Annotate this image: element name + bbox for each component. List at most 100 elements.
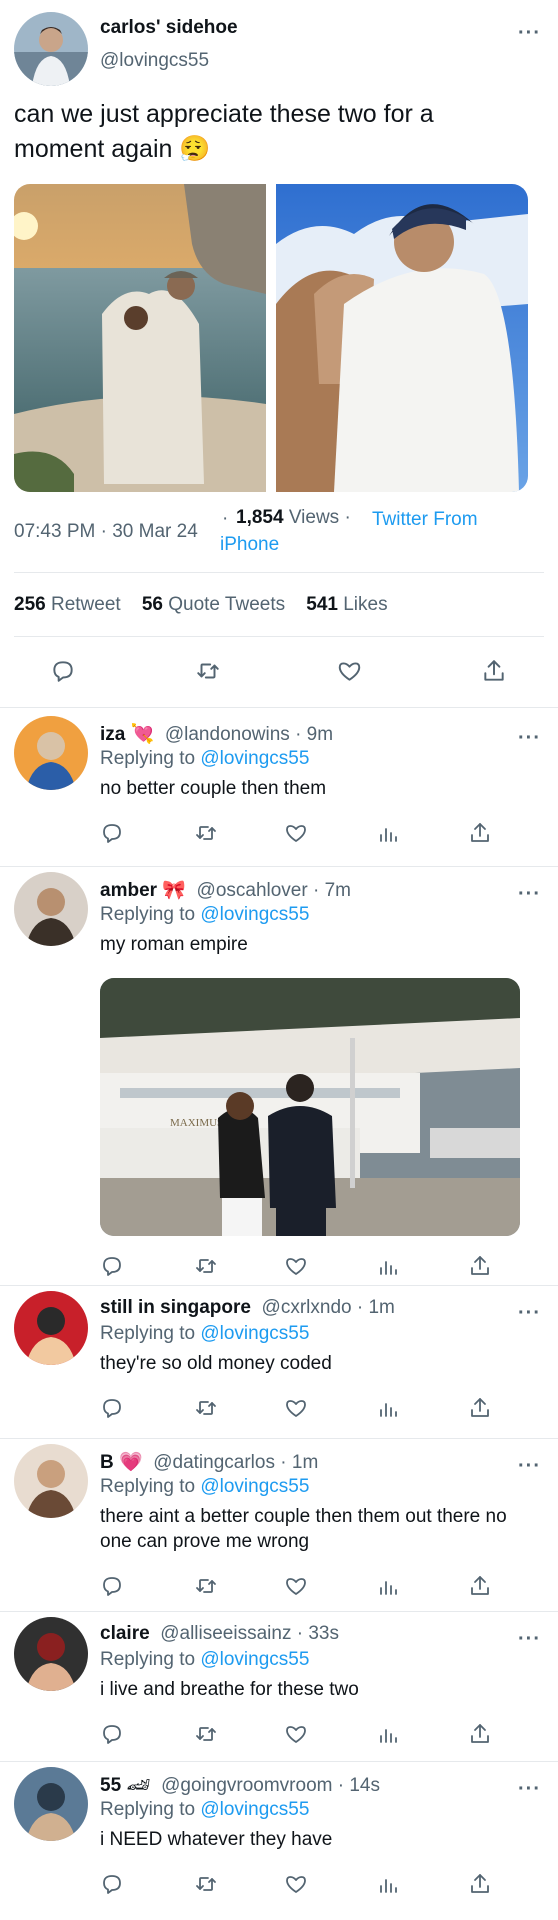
like-icon[interactable] [282, 1720, 310, 1748]
retweet-icon[interactable] [192, 1572, 220, 1600]
reply-icon[interactable] [98, 1252, 126, 1280]
replying-to-handle[interactable]: @lovingcs55 [200, 1649, 309, 1670]
tweet-text: can we just appreciate these two for a m… [14, 100, 434, 163]
reply-text: my roman empire [100, 934, 248, 955]
reply-author-name[interactable]: claire [100, 1623, 150, 1644]
tweet-media[interactable] [14, 184, 528, 492]
reply-author-handle[interactable]: @goingvroomvroom [156, 1775, 332, 1796]
reply-icon[interactable] [98, 1394, 126, 1422]
reply-time[interactable]: · 33s [297, 1623, 339, 1644]
reply-icon[interactable] [98, 819, 126, 847]
views-icon[interactable] [374, 1572, 402, 1600]
reply-author-handle[interactable]: @cxrlxndo [256, 1297, 352, 1318]
share-icon[interactable] [466, 1572, 494, 1600]
reply-author-name[interactable]: iza [100, 724, 125, 745]
reply-icon[interactable] [48, 656, 78, 686]
retweet-icon[interactable] [193, 656, 223, 686]
likes-stat[interactable]: 541 Likes [306, 594, 387, 615]
reply-author-handle[interactable]: @landonowins [160, 724, 290, 745]
share-icon[interactable] [479, 656, 509, 686]
beach-photo[interactable] [14, 184, 528, 492]
divider [0, 1761, 558, 1762]
reply-text: no better couple then them [100, 778, 327, 799]
more-icon[interactable]: ··· [518, 1779, 541, 1799]
divider [0, 1285, 558, 1286]
reply-avatar[interactable] [14, 1767, 88, 1841]
reply-time[interactable]: · 1m [357, 1297, 395, 1318]
reply-header: 55 🏎 @goingvroomvroom · 14s [100, 1773, 380, 1797]
more-icon[interactable]: ··· [518, 884, 541, 904]
divider [0, 1611, 558, 1612]
more-icon[interactable]: ··· [518, 1456, 541, 1476]
reply-avatar[interactable] [14, 716, 88, 790]
reply-author-name[interactable]: B [100, 1452, 114, 1473]
reply-author-handle[interactable]: @oscahlover [191, 880, 308, 901]
share-icon[interactable] [466, 1252, 494, 1280]
quote-tweets-stat[interactable]: 56 Quote Tweets [142, 594, 285, 615]
like-icon[interactable] [282, 1252, 310, 1280]
divider [0, 707, 558, 708]
reply-avatar[interactable] [14, 1444, 88, 1518]
reply-author-handle[interactable]: @alliseeissainz [155, 1623, 291, 1644]
reply-avatar[interactable] [14, 1617, 88, 1691]
like-icon[interactable] [282, 1394, 310, 1422]
replying-to-handle[interactable]: @lovingcs55 [200, 1476, 309, 1497]
reply-time[interactable]: · 1m [280, 1452, 318, 1473]
retweets-stat[interactable]: 256 Retweet [14, 594, 121, 615]
replying-to-handle[interactable]: @lovingcs55 [200, 748, 309, 769]
replying-to-label: Replying to [100, 1323, 196, 1344]
more-icon[interactable]: ··· [518, 23, 541, 43]
like-icon[interactable] [282, 1572, 310, 1600]
share-icon[interactable] [466, 1394, 494, 1422]
reply-header: claire @alliseeissainz · 33s [100, 1623, 339, 1645]
like-icon[interactable] [334, 656, 364, 686]
reply-time[interactable]: · 9m [295, 724, 333, 745]
reply-header: still in singapore @cxrlxndo · 1m [100, 1297, 395, 1319]
author-handle[interactable]: @lovingcs55 [100, 50, 209, 72]
retweet-icon[interactable] [192, 1870, 220, 1898]
replying-to-line: Replying to @lovingcs55 [100, 1323, 309, 1345]
retweet-icon[interactable] [192, 1252, 220, 1280]
author-avatar[interactable] [14, 12, 88, 86]
replying-to-label: Replying to [100, 904, 196, 925]
share-icon[interactable] [466, 1870, 494, 1898]
reply-media[interactable]: MAXIMUS 25 [100, 978, 520, 1236]
share-icon[interactable] [466, 1720, 494, 1748]
reply-time[interactable]: · 7m [313, 880, 351, 901]
views-icon[interactable] [374, 1394, 402, 1422]
views-icon[interactable] [374, 819, 402, 847]
reply-avatar[interactable] [14, 872, 88, 946]
retweet-icon[interactable] [192, 1394, 220, 1422]
views-icon[interactable] [374, 1870, 402, 1898]
replying-to-line: Replying to @lovingcs55 [100, 1799, 309, 1821]
like-icon[interactable] [282, 1870, 310, 1898]
reply-icon[interactable] [98, 1720, 126, 1748]
reply-author-name[interactable]: amber [100, 880, 157, 901]
author-name[interactable]: carlos' sidehoe [100, 17, 238, 39]
more-icon[interactable]: ··· [518, 1629, 541, 1649]
yacht-photo[interactable]: MAXIMUS 25 [100, 978, 520, 1236]
reply-author-emoji: 🎀 [157, 880, 186, 901]
tweet-source[interactable]: Twitter From iPhone [220, 507, 510, 557]
retweet-icon[interactable] [192, 1720, 220, 1748]
views-icon[interactable] [374, 1252, 402, 1280]
reply-icon[interactable] [98, 1572, 126, 1600]
share-icon[interactable] [466, 819, 494, 847]
reply-author-handle[interactable]: @datingcarlos [148, 1452, 275, 1473]
reply-time[interactable]: · 14s [338, 1775, 380, 1796]
reply-header: amber 🎀 @oscahlover · 7m [100, 878, 351, 902]
tweet-stats: 256 Retweet 56 Quote Tweets 541 Likes [14, 594, 388, 616]
reply-author-name[interactable]: still in singapore [100, 1297, 251, 1318]
like-icon[interactable] [282, 819, 310, 847]
replying-to-handle[interactable]: @lovingcs55 [200, 1799, 309, 1820]
reply-author-name[interactable]: 55 [100, 1775, 121, 1796]
reply-icon[interactable] [98, 1870, 126, 1898]
views-icon[interactable] [374, 1720, 402, 1748]
replying-to-handle[interactable]: @lovingcs55 [200, 1323, 309, 1344]
more-icon[interactable]: ··· [518, 728, 541, 748]
reply-avatar[interactable] [14, 1291, 88, 1365]
tweet-timestamp[interactable]: 07:43 PM · 30 Mar 24 [14, 521, 198, 543]
more-icon[interactable]: ··· [518, 1303, 541, 1323]
retweet-icon[interactable] [192, 819, 220, 847]
replying-to-handle[interactable]: @lovingcs55 [200, 904, 309, 925]
